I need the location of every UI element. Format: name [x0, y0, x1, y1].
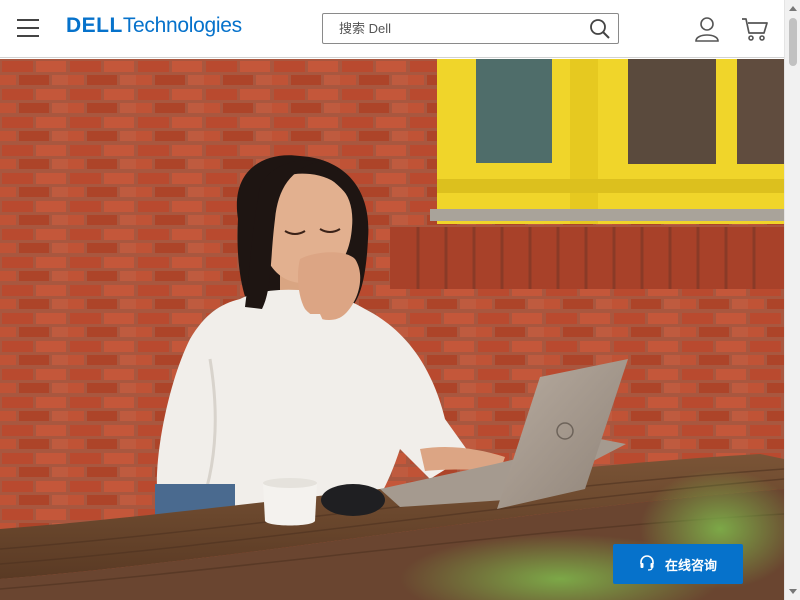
- scroll-thumb[interactable]: [789, 18, 797, 66]
- search-input[interactable]: [323, 14, 583, 43]
- headset-icon: [639, 554, 655, 574]
- online-chat-button[interactable]: 在线咨询: [613, 544, 743, 584]
- page-scrollbar[interactable]: [784, 0, 800, 600]
- online-chat-label: 在线咨询: [664, 557, 717, 573]
- search-icon[interactable]: [588, 17, 612, 41]
- logo-dell-text: DELL: [66, 14, 123, 37]
- yellow-window: [430, 59, 784, 224]
- site-header: DELL Technologies: [0, 0, 784, 58]
- search-box: [322, 13, 619, 44]
- scroll-up-arrow-icon[interactable]: [785, 0, 800, 16]
- dell-technologies-logo[interactable]: DELL Technologies: [66, 14, 242, 42]
- logo-technologies-text: Technologies: [122, 14, 242, 37]
- coffee-cup: [263, 478, 317, 526]
- cart-icon[interactable]: [741, 16, 769, 42]
- hamburger-menu-icon[interactable]: [17, 18, 39, 38]
- hero-image: [0, 59, 784, 600]
- computer-mouse: [321, 484, 385, 516]
- user-icon[interactable]: [694, 16, 720, 42]
- page: DELL Technologies 搜索 Dell 在线咨询: [0, 0, 800, 600]
- scroll-down-arrow-icon[interactable]: [785, 584, 800, 600]
